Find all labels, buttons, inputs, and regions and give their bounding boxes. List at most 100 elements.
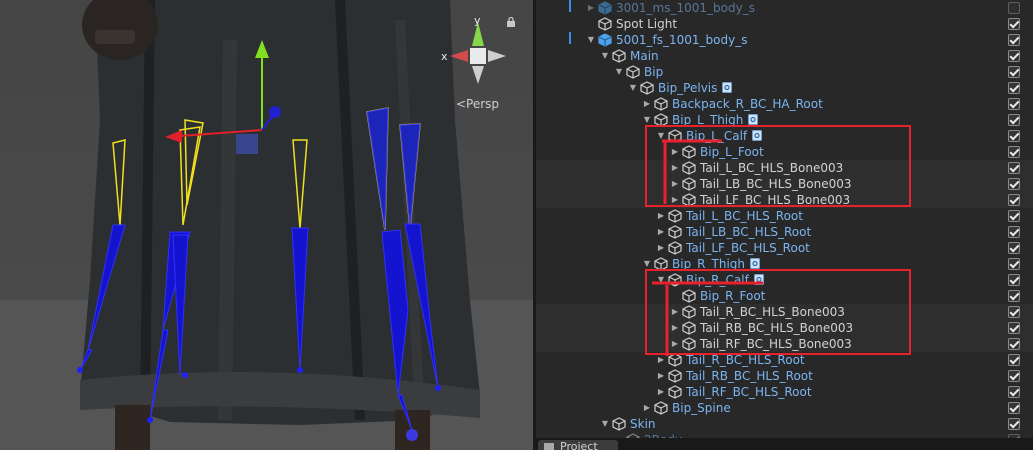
visibility-checkbox[interactable]: [1008, 18, 1020, 30]
visibility-checkbox[interactable]: [1008, 210, 1020, 222]
hierarchy-row[interactable]: ▶ Tail_LB_BC_HLS_Bone003: [536, 176, 1033, 192]
hierarchy-row[interactable]: Bip_R_Foot: [536, 288, 1033, 304]
expand-arrow-icon[interactable]: ▶: [670, 320, 680, 336]
collapse-arrow-icon[interactable]: ▼: [586, 32, 596, 48]
prefab-cube-icon: [598, 33, 612, 47]
visibility-checkbox[interactable]: [1008, 306, 1020, 318]
collapse-arrow-icon[interactable]: ▼: [600, 48, 610, 64]
hierarchy-row[interactable]: ▶ Tail_L_BC_HLS_Root: [536, 208, 1033, 224]
hierarchy-row[interactable]: ▼ Bip_R_Thigh: [536, 256, 1033, 272]
gameobject-cube-icon: [612, 49, 626, 63]
visibility-checkbox[interactable]: [1008, 242, 1020, 254]
hierarchy-row[interactable]: ▶ Tail_LF_BC_HLS_Root: [536, 240, 1033, 256]
hierarchy-row[interactable]: ▶ 3001_ms_1001_body_s: [536, 0, 1033, 16]
visibility-checkbox[interactable]: [1008, 354, 1020, 366]
hierarchy-row[interactable]: Spot Light: [536, 16, 1033, 32]
hierarchy-row-label: Bip_R_Calf: [686, 273, 749, 287]
hierarchy-row[interactable]: ▼ Bip_L_Calf: [536, 128, 1033, 144]
hierarchy-row-label: Tail_LF_BC_HLS_Bone003: [700, 193, 851, 207]
hierarchy-row-label: Bip_Spine: [672, 401, 731, 415]
expand-arrow-icon[interactable]: ▶: [656, 368, 666, 384]
collapse-arrow-icon[interactable]: ▼: [642, 256, 652, 272]
hierarchy-row[interactable]: ▶ Tail_R_BC_HLS_Bone003: [536, 304, 1033, 320]
visibility-checkbox[interactable]: [1008, 162, 1020, 174]
visibility-checkbox[interactable]: [1008, 402, 1020, 414]
expand-arrow-icon[interactable]: ▶: [656, 384, 666, 400]
expand-arrow-icon[interactable]: ▶: [670, 192, 680, 208]
visibility-checkbox[interactable]: [1008, 130, 1020, 142]
tab-project[interactable]: Project: [538, 440, 618, 450]
script-component-icon: [754, 274, 764, 285]
scene-view[interactable]: y x <Persp: [0, 0, 533, 450]
gameobject-cube-icon: [654, 401, 668, 415]
collapse-arrow-icon[interactable]: ▼: [656, 128, 666, 144]
scene-marker: [569, 0, 571, 12]
expand-arrow-icon[interactable]: ▶: [670, 336, 680, 352]
visibility-checkbox[interactable]: [1008, 98, 1020, 110]
visibility-checkbox[interactable]: [1008, 370, 1020, 382]
gameobject-cube-icon: [668, 225, 682, 239]
hierarchy-row[interactable]: ▶ Tail_RB_BC_HLS_Bone003: [536, 320, 1033, 336]
hierarchy-row[interactable]: ▶ Bip_Spine: [536, 400, 1033, 416]
hierarchy-panel[interactable]: ▶ 3001_ms_1001_body_s Spot Light ▼ 5001_fs_1…: [536, 0, 1033, 438]
hierarchy-row[interactable]: ▶ Tail_R_BC_HLS_Root: [536, 352, 1033, 368]
visibility-checkbox[interactable]: [1008, 114, 1020, 126]
visibility-checkbox[interactable]: [1008, 194, 1020, 206]
hierarchy-row[interactable]: ▶ Backpack_R_BC_HA_Root: [536, 96, 1033, 112]
hierarchy-row[interactable]: ▶ Tail_RF_BC_HLS_Root: [536, 384, 1033, 400]
visibility-checkbox[interactable]: [1008, 418, 1020, 430]
expand-arrow-icon[interactable]: ▶: [642, 96, 652, 112]
expand-arrow-icon[interactable]: ▶: [656, 240, 666, 256]
gameobject-cube-icon: [598, 17, 612, 31]
hierarchy-row[interactable]: ▶ Tail_L_BC_HLS_Bone003: [536, 160, 1033, 176]
expand-arrow-icon[interactable]: ▶: [656, 208, 666, 224]
expand-arrow-icon[interactable]: ▶: [670, 304, 680, 320]
visibility-checkbox[interactable]: [1008, 82, 1020, 94]
visibility-checkbox[interactable]: [1008, 34, 1020, 46]
svg-text:x: x: [441, 50, 448, 63]
visibility-checkbox[interactable]: [1008, 226, 1020, 238]
hierarchy-row[interactable]: ▶ Bip_L_Foot: [536, 144, 1033, 160]
collapse-arrow-icon[interactable]: ▼: [642, 112, 652, 128]
visibility-checkbox[interactable]: [1008, 66, 1020, 78]
projection-toggle[interactable]: <Persp: [456, 97, 499, 111]
visibility-checkbox[interactable]: [1008, 2, 1020, 14]
visibility-checkbox[interactable]: [1008, 258, 1020, 270]
visibility-checkbox[interactable]: [1008, 322, 1020, 334]
visibility-checkbox[interactable]: [1008, 290, 1020, 302]
expand-arrow-icon[interactable]: ▶: [670, 144, 680, 160]
collapse-arrow-icon[interactable]: ▼: [628, 80, 638, 96]
gameobject-cube-icon: [654, 257, 668, 271]
hierarchy-row[interactable]: ▼ Bip_R_Calf: [536, 272, 1033, 288]
hierarchy-row[interactable]: ▶ Tail_LB_BC_HLS_Root: [536, 224, 1033, 240]
expand-arrow-icon[interactable]: ▶: [586, 0, 596, 16]
visibility-checkbox[interactable]: [1008, 146, 1020, 158]
visibility-checkbox[interactable]: [1008, 338, 1020, 350]
visibility-checkbox[interactable]: [1008, 274, 1020, 286]
expand-arrow-icon[interactable]: ▶: [670, 160, 680, 176]
expand-arrow-icon[interactable]: ▶: [656, 224, 666, 240]
collapse-arrow-icon[interactable]: ▼: [614, 64, 624, 80]
hierarchy-row[interactable]: ▼ 5001_fs_1001_body_s: [536, 32, 1033, 48]
gameobject-cube-icon: [682, 177, 696, 191]
hierarchy-row[interactable]: ▼ Main: [536, 48, 1033, 64]
collapse-arrow-icon[interactable]: ▼: [600, 416, 610, 432]
hierarchy-row[interactable]: ▼ Bip_Pelvis: [536, 80, 1033, 96]
collapse-arrow-icon[interactable]: ▼: [656, 272, 666, 288]
hierarchy-row-label: Bip_L_Foot: [700, 145, 764, 159]
hierarchy-row[interactable]: ▼ Bip_L_Thigh: [536, 112, 1033, 128]
hierarchy-row[interactable]: ▶ Tail_RF_BC_HLS_Bone003: [536, 336, 1033, 352]
hierarchy-row[interactable]: ▼ Bip: [536, 64, 1033, 80]
visibility-checkbox[interactable]: [1008, 386, 1020, 398]
expand-arrow-icon[interactable]: ▶: [656, 352, 666, 368]
expand-arrow-icon[interactable]: ▶: [670, 176, 680, 192]
hierarchy-row[interactable]: ▶ Tail_RB_BC_HLS_Root: [536, 368, 1033, 384]
visibility-checkbox[interactable]: [1008, 178, 1020, 190]
hierarchy-row[interactable]: ▶ Tail_LF_BC_HLS_Bone003: [536, 192, 1033, 208]
expand-arrow-icon[interactable]: ▶: [642, 400, 652, 416]
lock-icon[interactable]: [506, 17, 516, 27]
hierarchy-row[interactable]: ▼ Skin: [536, 416, 1033, 432]
scene-viewport[interactable]: y x: [0, 0, 533, 450]
visibility-checkbox[interactable]: [1008, 50, 1020, 62]
gameobject-cube-icon: [668, 369, 682, 383]
